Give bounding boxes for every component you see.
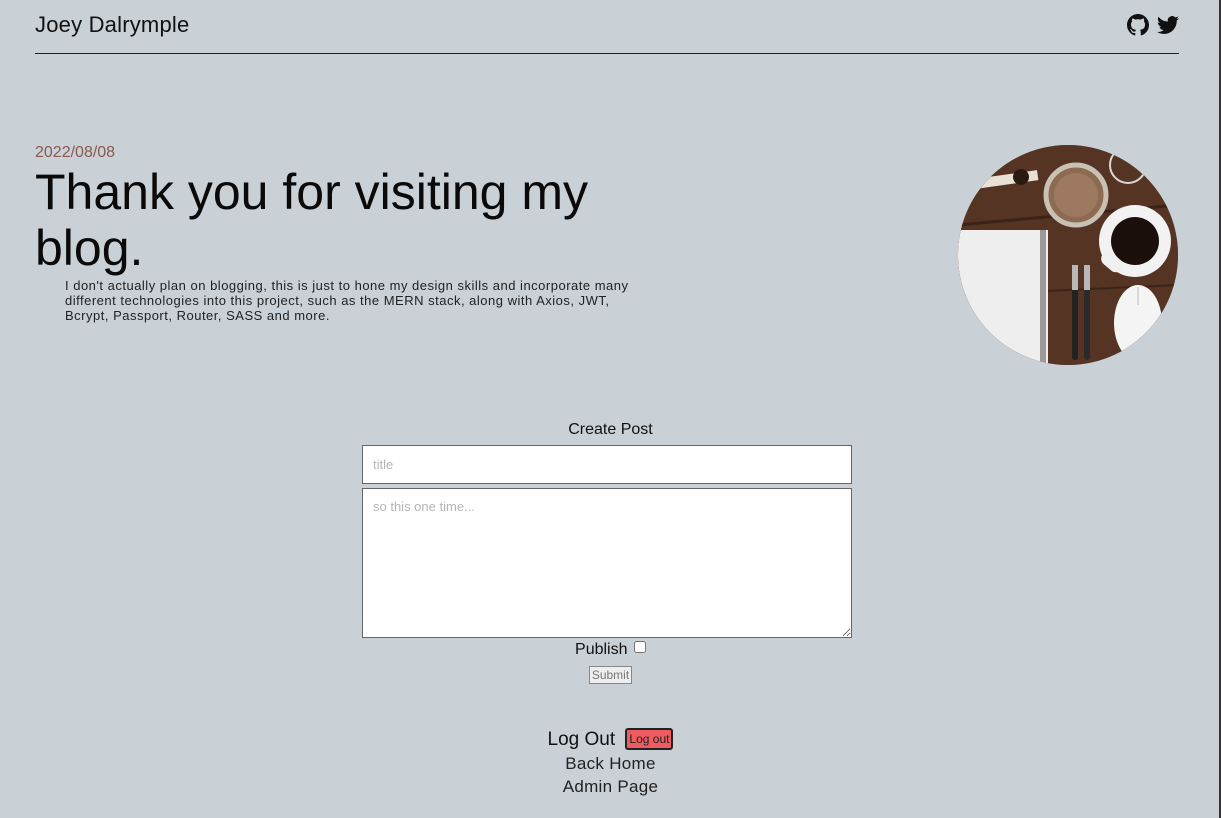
back-home-link[interactable]: Back Home [0,754,1221,774]
post-title-input[interactable] [362,445,852,484]
site-name[interactable]: Joey Dalrymple [35,12,189,38]
admin-page-link[interactable]: Admin Page [0,777,1221,797]
twitter-icon[interactable] [1157,14,1179,36]
post-body-textarea[interactable] [362,488,852,638]
hero-description: I don't actually plan on blogging, this … [65,278,629,323]
publish-label: Publish [575,641,628,658]
hero-title: Thank you for visiting my blog. [35,164,588,276]
logout-row: Log Out Log out [0,728,1221,751]
publish-checkbox[interactable] [633,641,646,653]
logout-label: Log Out [547,729,616,750]
social-links [1127,14,1179,36]
submit-button[interactable]: Submit [588,666,633,684]
post-date: 2022/08/08 [35,144,116,161]
site-header: Joey Dalrymple [35,0,1179,54]
create-post-heading: Create Post [568,421,653,438]
submit-row: Submit [0,666,1221,684]
publish-row: Publish [0,641,1221,659]
github-icon[interactable] [1127,14,1149,36]
logout-button[interactable]: Log out [625,728,674,750]
hero-image [958,145,1178,365]
